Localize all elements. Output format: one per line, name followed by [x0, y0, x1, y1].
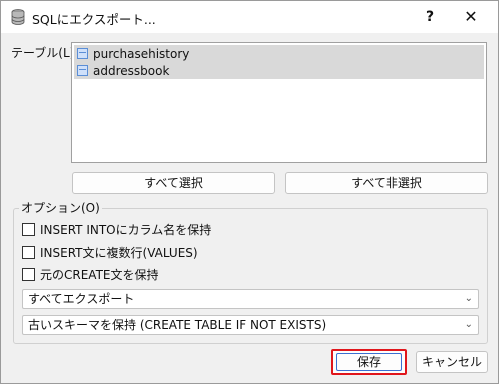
checkbox-label: INSERT INTOにカラム名を保持: [40, 223, 212, 237]
export-mode-select[interactable]: すべてエクスポート ⌄: [22, 289, 479, 309]
deselect-all-button[interactable]: すべて非選択: [285, 172, 488, 194]
checkbox-row-column-names[interactable]: INSERT INTOにカラム名を保持: [22, 221, 211, 238]
database-icon: [11, 9, 25, 25]
list-item-label: purchasehistory: [93, 46, 190, 61]
checkbox[interactable]: [22, 223, 35, 236]
checkbox-row-multi-values[interactable]: INSERT文に複数行(VALUES): [22, 244, 198, 261]
tables-listbox[interactable]: purchasehistory addressbook: [71, 42, 487, 163]
help-button[interactable]: ?: [415, 3, 445, 31]
list-item-addressbook[interactable]: addressbook: [74, 62, 484, 79]
close-button[interactable]: ✕: [453, 3, 489, 31]
select-all-button[interactable]: すべて選択: [72, 172, 275, 194]
save-button-label: 保存: [336, 353, 402, 371]
checkbox[interactable]: [22, 268, 35, 281]
save-button[interactable]: 保存: [331, 349, 407, 375]
schema-mode-select[interactable]: 古いスキーマを保持 (CREATE TABLE IF NOT EXISTS) ⌄: [22, 315, 479, 335]
checkbox-row-original-create[interactable]: 元のCREATE文を保持: [22, 266, 159, 283]
export-mode-value: すべてエクスポート: [28, 292, 135, 306]
checkbox[interactable]: [22, 246, 35, 259]
checkbox-label: 元のCREATE文を保持: [40, 268, 159, 282]
schema-mode-value: 古いスキーマを保持 (CREATE TABLE IF NOT EXISTS): [28, 318, 327, 332]
options-label: オプション(O): [19, 199, 102, 216]
list-item-purchasehistory[interactable]: purchasehistory: [74, 45, 484, 62]
title-bar: SQLにエクスポート... ? ✕: [1, 1, 498, 33]
chevron-down-icon: ⌄: [464, 293, 473, 304]
table-icon: [77, 48, 88, 59]
checkbox-label: INSERT文に複数行(VALUES): [40, 246, 198, 260]
chevron-down-icon: ⌄: [464, 319, 473, 330]
list-item-label: addressbook: [93, 63, 170, 78]
window-title: SQLにエクスポート...: [32, 12, 156, 27]
tables-label: テーブル(L): [11, 46, 75, 60]
export-sql-dialog: SQLにエクスポート... ? ✕ テーブル(L) purchasehistor…: [0, 0, 499, 384]
table-icon: [77, 65, 88, 76]
cancel-button[interactable]: キャンセル: [416, 351, 488, 373]
